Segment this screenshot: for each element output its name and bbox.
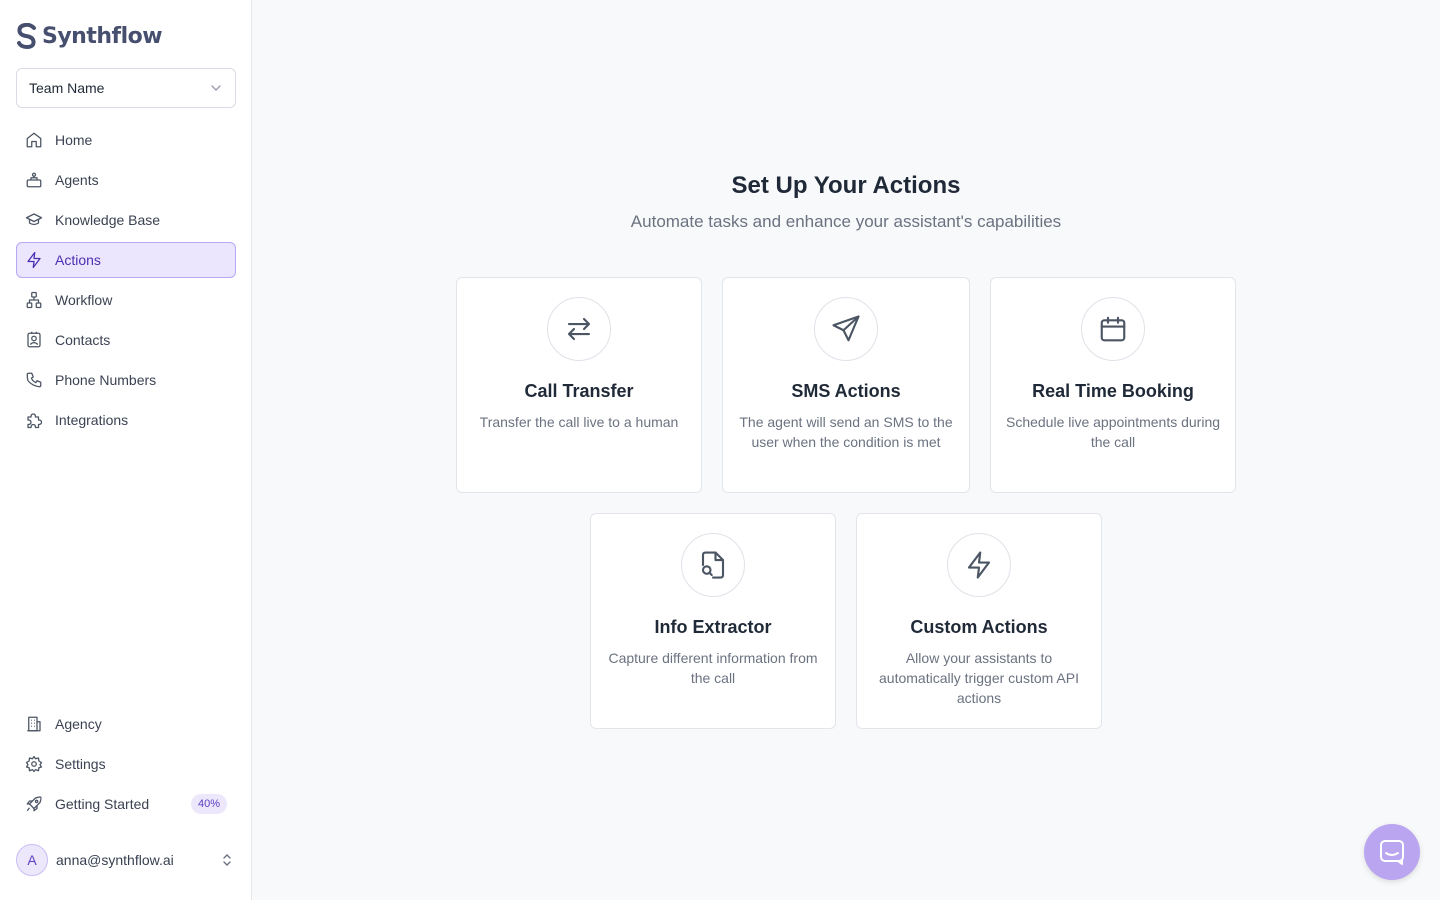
nav-item-settings[interactable]: Settings <box>16 746 236 782</box>
bottom-nav: Agency Settings Getting Started 40% <box>16 706 236 826</box>
contacts-icon <box>25 331 43 349</box>
card-title: SMS Actions <box>791 381 901 401</box>
team-select-value: Team Name <box>29 80 105 96</box>
user-email: anna@synthflow.ai <box>56 852 174 868</box>
progress-badge: 40% <box>190 794 227 814</box>
nav-label: Agents <box>55 172 99 188</box>
nav-label: Knowledge Base <box>55 212 161 228</box>
chevron-down-icon <box>211 85 221 92</box>
action-card-custom-actions[interactable]: Custom Actions Allow your assistants to … <box>856 513 1102 729</box>
phone-icon <box>25 371 43 389</box>
chevron-up-down-icon <box>223 854 231 866</box>
gear-icon <box>25 755 43 773</box>
main-content: Set Up Your Actions Automate tasks and e… <box>252 0 1440 900</box>
page-title: Set Up Your Actions <box>731 172 961 199</box>
nav-label: Home <box>55 132 93 148</box>
nav-item-contacts[interactable]: Contacts <box>16 322 236 358</box>
calendar-icon <box>1081 297 1145 361</box>
nav-label: Contacts <box>55 332 111 348</box>
nav-item-agency[interactable]: Agency <box>16 706 236 742</box>
card-description: The agent will send an SMS to the user w… <box>739 414 953 450</box>
page-subtitle: Automate tasks and enhance your assistan… <box>630 212 1062 231</box>
card-description: Schedule live appointments during the ca… <box>1005 414 1221 450</box>
arrows-transfer-icon <box>547 297 611 361</box>
file-search-icon <box>681 533 745 597</box>
nav-item-home[interactable]: Home <box>16 122 236 158</box>
card-title: Call Transfer <box>524 381 634 401</box>
card-title: Info Extractor <box>654 617 772 637</box>
rocket-icon <box>25 795 43 813</box>
robot-icon <box>25 171 43 189</box>
nav-item-actions[interactable]: Actions <box>16 242 236 278</box>
nav-label: Settings <box>55 756 106 772</box>
card-description: Allow your assistants to automatically t… <box>879 650 1079 706</box>
nav-label: Agency <box>55 716 102 732</box>
nav-label: Getting Started <box>55 796 150 812</box>
card-description: Transfer the call live to a human <box>479 414 679 430</box>
nav-label: Phone Numbers <box>55 372 157 388</box>
action-card-real-time-booking[interactable]: Real Time Booking Schedule live appointm… <box>990 277 1236 493</box>
nav-label: Workflow <box>55 292 113 308</box>
card-title: Custom Actions <box>910 617 1048 637</box>
avatar: A <box>16 844 48 876</box>
puzzle-icon <box>25 411 43 429</box>
nav-label: Actions <box>55 252 101 268</box>
nav-label: Integrations <box>55 412 129 428</box>
nav-item-integrations[interactable]: Integrations <box>16 402 236 438</box>
building-icon <box>25 715 43 733</box>
send-icon <box>814 297 878 361</box>
action-card-info-extractor[interactable]: Info Extractor Capture different informa… <box>590 513 836 729</box>
card-description: Capture different information from the c… <box>608 650 818 686</box>
nav-item-phone-numbers[interactable]: Phone Numbers <box>16 362 236 398</box>
team-select[interactable]: Team Name <box>16 68 236 108</box>
home-icon <box>25 131 43 149</box>
nav-item-workflow[interactable]: Workflow <box>16 282 236 318</box>
card-title: Real Time Booking <box>1032 381 1194 401</box>
nav-item-knowledge-base[interactable]: Knowledge Base <box>16 202 236 238</box>
lightning-icon <box>947 533 1011 597</box>
brand-name: Synthflow <box>42 23 163 49</box>
chat-launcher-button[interactable] <box>1364 824 1420 880</box>
logo[interactable]: Synthflow <box>16 20 163 52</box>
synthflow-logo-icon <box>17 23 36 49</box>
graduation-cap-icon <box>25 211 43 229</box>
nav-item-agents[interactable]: Agents <box>16 162 236 198</box>
main-nav: Home Agents Knowledge Base Actions Workf… <box>16 122 236 442</box>
lightning-icon <box>25 251 43 269</box>
sidebar: Synthflow Team Name Home Agents Knowledg… <box>0 0 252 900</box>
action-card-sms-actions[interactable]: SMS Actions The agent will send an SMS t… <box>722 277 970 493</box>
nav-item-getting-started[interactable]: Getting Started 40% <box>16 786 236 822</box>
workflow-icon <box>25 291 43 309</box>
action-card-call-transfer[interactable]: Call Transfer Transfer the call live to … <box>456 277 702 493</box>
user-menu[interactable]: A anna@synthflow.ai <box>16 844 236 876</box>
chat-icon <box>1380 840 1404 865</box>
